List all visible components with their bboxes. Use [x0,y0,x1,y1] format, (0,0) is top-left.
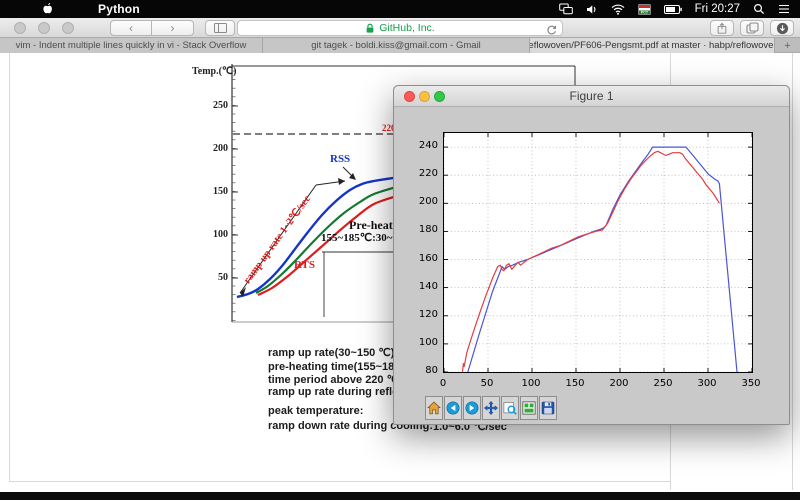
tab-stack-overflow[interactable]: vim - Indent multiple lines quickly in v… [0,38,263,53]
save-button[interactable] [539,396,557,420]
https-lock-icon [365,23,375,34]
back-icon [446,401,460,415]
page-right-border [792,53,793,490]
new-tab-button[interactable]: + [775,38,800,53]
figure-x-tick-label: 300 [692,378,722,389]
zoom-rect-button[interactable] [501,396,519,420]
figure-y-tick-label: 120 [412,309,438,320]
figure-y-tick-label: 160 [412,253,438,264]
subplots-icon [522,401,536,415]
pdf-page-bottom [9,481,670,482]
share-icon [716,22,728,35]
figure-plot-area [443,132,753,373]
figure-y-tick-label: 140 [412,281,438,292]
pdf-y-tick-label: 100 [198,229,228,240]
subplots-button[interactable] [520,396,538,420]
window-zoom-button[interactable] [62,22,74,34]
forward-button-fig[interactable] [463,396,481,420]
pan-icon [484,401,498,415]
sidebar-button[interactable] [205,20,235,36]
forward-icon [465,401,479,415]
figure-zoom-button[interactable] [434,91,445,102]
sidebar-icon [214,23,227,33]
tab-bar: vim - Indent multiple lines quickly in v… [0,38,800,53]
figure-y-tick-label: 100 [412,337,438,348]
pct-label: PCT [641,10,649,14]
back-button-fig[interactable] [444,396,462,420]
figure-title: Figure 1 [394,86,789,107]
figure-close-button[interactable] [404,91,415,102]
notification-center-icon[interactable] [778,2,790,16]
figure-x-tick-label: 350 [736,378,766,389]
rts-curve-label: RTS [294,259,315,271]
back-button[interactable]: ‹ [110,20,152,36]
figure-minimize-button[interactable] [419,91,430,102]
pct-flag-icon[interactable]: PCT [638,2,651,16]
figure-window: Figure 1 80 100 120 140 160 180 200 220 240 0 50 1… [393,85,790,425]
figure-y-tick-label: 200 [412,196,438,207]
active-app-name[interactable]: Python [98,2,140,16]
spec-line: ramp up rate during reflow: [268,386,411,398]
screen-bottom-strip [0,492,800,500]
pdf-y-tick-label: 50 [198,272,228,283]
spec-line: time period above 220 ℃ : [268,373,406,386]
page-left-border [9,53,10,481]
figure-plot-svg [444,133,752,372]
pdf-y-tick-label: 250 [198,100,228,111]
tabs-icon [746,22,759,34]
figure-x-tick-label: 100 [516,378,546,389]
downloads-icon [776,22,789,35]
home-button[interactable] [425,396,443,420]
volume-icon[interactable] [586,2,598,16]
address-bar[interactable]: GitHub, Inc. [237,20,563,36]
pan-button[interactable] [482,396,500,420]
address-text: GitHub, Inc. [379,22,434,34]
home-icon [427,401,441,415]
figure-toolbar [425,396,557,420]
figure-y-tick-label: 240 [412,140,438,151]
share-button[interactable] [710,20,734,36]
battery-icon[interactable] [664,2,682,16]
zoom-rect-icon [503,401,517,415]
figure-x-tick-label: 50 [472,378,502,389]
figure-x-tick-label: 250 [648,378,678,389]
browser-toolbar: ‹ › GitHub, Inc. [0,18,800,38]
pdf-y-tick-label: 150 [198,186,228,197]
figure-x-tick-label: 150 [560,378,590,389]
figure-x-tick-label: 0 [428,378,458,389]
apple-menu-icon[interactable] [40,2,54,16]
preheat-range: 155~185℃:30~ [321,231,392,244]
figure-y-tick-label: 180 [412,224,438,235]
figure-titlebar[interactable]: Figure 1 [394,86,789,107]
wifi-icon[interactable] [611,2,625,16]
menu-bar: Python PCT Fri 20:27 [0,0,800,18]
figure-y-tick-label: 80 [412,365,438,376]
tab-gmail[interactable]: git tagek - boldi.kiss@gmail.com - Gmail [263,38,530,53]
tab-overview-button[interactable] [740,20,764,36]
forward-button[interactable]: › [152,20,194,36]
spotlight-icon[interactable] [753,2,765,16]
menu-clock[interactable]: Fri 20:27 [695,3,740,15]
nav-button-group: ‹ › [110,20,194,36]
display-mirroring-icon[interactable] [559,2,573,16]
pdf-y-tick-label: 200 [198,143,228,154]
rss-curve-label: RSS [330,153,350,165]
save-icon [541,401,555,415]
spec-line: ramp up rate(30~150 ℃) : [268,346,401,359]
figure-x-tick-label: 200 [604,378,634,389]
window-minimize-button[interactable] [38,22,50,34]
downloads-button[interactable] [770,20,794,36]
figure-y-tick-label: 220 [412,168,438,179]
window-close-button[interactable] [14,22,26,34]
pdf-y-axis-title: Temp.(℃) [192,66,236,77]
tab-reflowoven-pdf[interactable]: reflowoven/PF606-Pengsmt.pdf at master ·… [530,38,775,53]
spec-line: peak temperature: [268,405,363,417]
